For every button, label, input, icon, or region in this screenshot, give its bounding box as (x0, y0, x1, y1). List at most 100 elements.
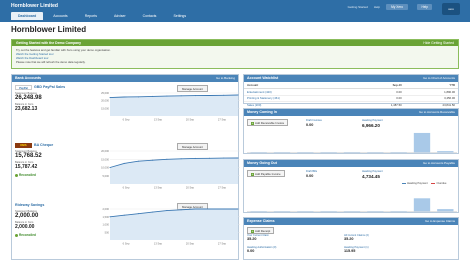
balance-point (166, 158, 168, 160)
y-tick-label: 500 (105, 230, 110, 234)
tab-reports[interactable]: Reports (78, 12, 104, 20)
add-payable-invoice-button[interactable]: + Add Payable Invoice (247, 170, 285, 177)
awaiting-payment-value: 115.95 (344, 249, 356, 253)
tab-adviser[interactable]: Adviser (107, 12, 133, 20)
account-name[interactable]: GBD PayPal Sales (34, 85, 65, 89)
banner-title: Getting Started with the Demo Company (16, 41, 81, 45)
main-tabs: Dashboard Accounts Reports Adviser Conta… (11, 12, 193, 20)
x-tick-label: 20 Sep (186, 118, 195, 122)
month-value: 0.00 (356, 88, 405, 96)
account-watchlist-panel: Account Watchlist Go to Chart of Account… (243, 74, 459, 109)
reconciled-label: Reconciled (19, 173, 37, 177)
balance-point (152, 95, 154, 97)
money-out-header: Money Going Out Go to Accounts Payable (244, 160, 458, 167)
x-tick-label: 27 Sep (218, 242, 227, 246)
go-to-chart-of-accounts-link[interactable]: Go to Chart of Accounts (423, 75, 455, 82)
draft-invoices-link[interactable]: Draft Invoices (306, 119, 322, 122)
help-link[interactable]: Help (374, 5, 380, 9)
legend-swatch (431, 182, 436, 184)
check-icon (15, 233, 18, 237)
money-out-title: Money Going Out (247, 161, 277, 165)
balance-area (110, 158, 238, 184)
x-tick-label: 6 Sep (123, 118, 130, 122)
user-links: Getting Started Help (348, 5, 380, 9)
organisation-name[interactable]: Hornblower Limited (11, 3, 58, 9)
paypal-logo: PayPal (15, 85, 32, 90)
add-receivable-invoice-button[interactable]: + Add Receivable Invoice (247, 119, 289, 126)
account-link[interactable]: Entertainment (420) (244, 88, 356, 96)
y-tick-label: 5,000 (103, 174, 110, 178)
expense-claims-panel: Expense Claims Go to Expense Claims + Add… (243, 217, 459, 260)
top-navigation-bar: Hornblower Limited Dashboard Accounts Re… (0, 0, 470, 22)
y-tick-label: 15,000 (101, 106, 109, 110)
getting-started-link[interactable]: Getting Started (348, 5, 368, 9)
account-name[interactable]: BA Cheque (34, 143, 53, 147)
balance-point (137, 96, 139, 98)
legend-swatch (402, 182, 406, 184)
account-name[interactable]: Rideway Savings (15, 203, 44, 207)
xero-balance: 2,000.00 (15, 224, 35, 230)
bar (320, 152, 337, 153)
bar (367, 211, 384, 212)
bar (273, 152, 291, 153)
draft-invoices-value: 0.00 (306, 123, 314, 127)
awaiting-payment-link[interactable]: Awaiting Payment (362, 170, 383, 173)
balance-point (237, 94, 239, 96)
balance-point (152, 211, 154, 213)
bar (320, 211, 337, 212)
go-to-expense-claims-link[interactable]: Go to Expense Claims (425, 218, 455, 225)
plus-icon: + (251, 171, 254, 176)
expense-claims-title: Expense Claims (247, 219, 275, 223)
your-current-claim-value: 35.20 (247, 237, 257, 241)
tab-settings[interactable]: Settings (166, 12, 193, 20)
bar (250, 211, 267, 212)
y-tick-label: 1,000 (103, 223, 110, 227)
x-tick-label: 6 Sep (123, 242, 130, 246)
money-in-header: Money Coming In Go to Accounts Receivabl… (244, 109, 458, 116)
draft-bills-link[interactable]: Draft Bills (306, 170, 317, 173)
balance-chart: 2,000 1,500 1,000 500 6 Sep 13 Sep 20 Sep 27 Se… (103, 207, 240, 246)
add-receipt-button[interactable]: + Add Receipt (247, 227, 275, 234)
balance-area (110, 95, 238, 116)
ytd-value: 3,456.00 (404, 95, 458, 103)
my-xero-button[interactable]: My Xero (386, 4, 408, 10)
balance-point (180, 158, 182, 160)
bar (343, 211, 361, 212)
tab-dashboard[interactable]: Dashboard (11, 12, 44, 20)
tab-contacts[interactable]: Contacts (136, 12, 164, 20)
x-tick-label: 27 Sep (218, 118, 227, 122)
xero-logo: xero (442, 3, 460, 15)
awaiting-payment-link[interactable]: Awaiting Payment (362, 119, 383, 122)
balance-point (209, 208, 211, 210)
y-tick-label: 10,000 (101, 166, 109, 170)
tab-accounts[interactable]: Accounts (46, 12, 74, 20)
banner-body: Try out the features and get familiar wi… (12, 46, 458, 66)
balance-point (123, 96, 125, 98)
balance-chart: 20,000 15,000 10,000 5,000 6 Sep 13 Sep 20 Sep… (101, 149, 240, 190)
ytd-value: 1,890.00 (404, 88, 458, 96)
check-icon (15, 173, 18, 177)
expense-claims-header: Expense Claims Go to Expense Claims (244, 218, 458, 225)
account-link[interactable]: Printing & Stationery (461) (244, 95, 356, 103)
x-tick-label: 13 Sep (154, 186, 163, 190)
balance-point (194, 208, 196, 210)
x-tick-label: 6 Sep (123, 186, 130, 190)
balance-point (152, 159, 154, 161)
bar (297, 152, 314, 153)
bar (390, 152, 407, 153)
x-tick-label: 20 Sep (186, 242, 195, 246)
help-button[interactable]: Help (417, 4, 432, 10)
balance-point (166, 95, 168, 97)
chart-legend: Awaiting Payment Overdue (402, 182, 446, 185)
month-value: 0.00 (356, 95, 405, 103)
go-to-banking-link[interactable]: Go to Banking (216, 75, 235, 82)
legend-awaiting: Awaiting Payment (407, 182, 428, 185)
go-to-receivables-link[interactable]: Go to Accounts Receivable (419, 109, 455, 116)
balance-point (194, 95, 196, 97)
go-to-payables-link[interactable]: Go to Accounts Payable (423, 160, 455, 167)
balance-point (166, 210, 168, 212)
money-out-bar-chart (247, 198, 457, 212)
hide-getting-started-link[interactable]: Hide Getting Started (423, 40, 454, 46)
x-tick-label: 13 Sep (154, 242, 163, 246)
balance-point (209, 157, 211, 159)
